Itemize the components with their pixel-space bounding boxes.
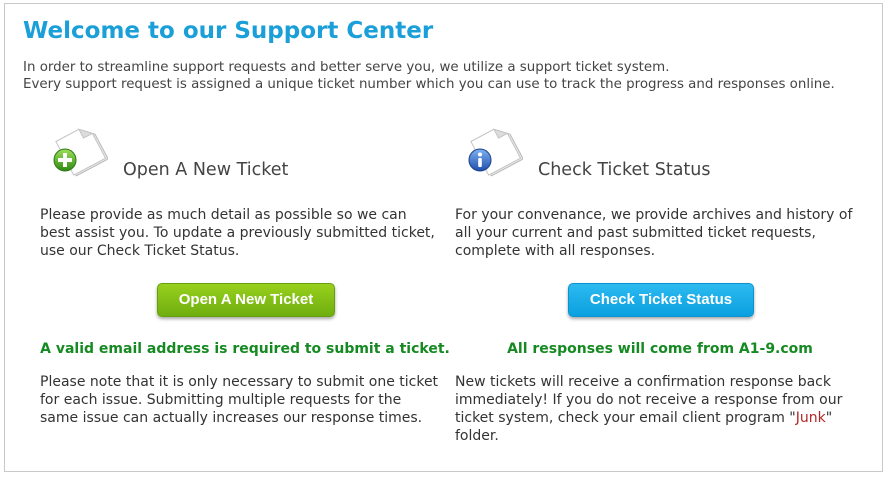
intro-line-2: Every support request is assigned a uniq…	[23, 77, 835, 92]
check-status-description: For your convenance, we provide archives…	[455, 207, 853, 259]
responses-from-note: All responses will come from A1-9.com	[507, 341, 813, 357]
new-ticket-description: Please provide as much detail as possibl…	[40, 207, 435, 259]
new-ticket-section: Open A New Ticket Please provide as much…	[40, 116, 450, 426]
email-required-note: A valid email address is required to sub…	[40, 341, 450, 357]
page-title: Welcome to our Support Center	[23, 18, 434, 44]
add-document-icon	[53, 128, 108, 177]
new-ticket-header: Open A New Ticket	[40, 116, 440, 186]
check-status-note-paragraph: New tickets will receive a confirmation …	[455, 373, 855, 445]
new-ticket-note-paragraph: Please note that it is only necessary to…	[40, 374, 439, 426]
open-new-ticket-button[interactable]: Open A New Ticket	[157, 283, 335, 317]
info-document-icon	[468, 128, 523, 177]
check-status-header: Check Ticket Status	[455, 116, 855, 186]
check-status-heading: Check Ticket Status	[538, 160, 711, 180]
intro-text: In order to streamline support requests …	[23, 59, 835, 93]
junk-folder-text: Junk	[795, 410, 826, 426]
support-center-panel: Welcome to our Support Center In order t…	[4, 3, 883, 472]
intro-line-1: In order to streamline support requests …	[23, 60, 670, 75]
new-ticket-heading: Open A New Ticket	[123, 160, 289, 180]
check-ticket-status-button[interactable]: Check Ticket Status	[568, 283, 754, 317]
check-status-section: Check Ticket Status For your convenance,…	[455, 116, 855, 444]
paragraph-text-before: New tickets will receive a confirmation …	[455, 374, 843, 426]
